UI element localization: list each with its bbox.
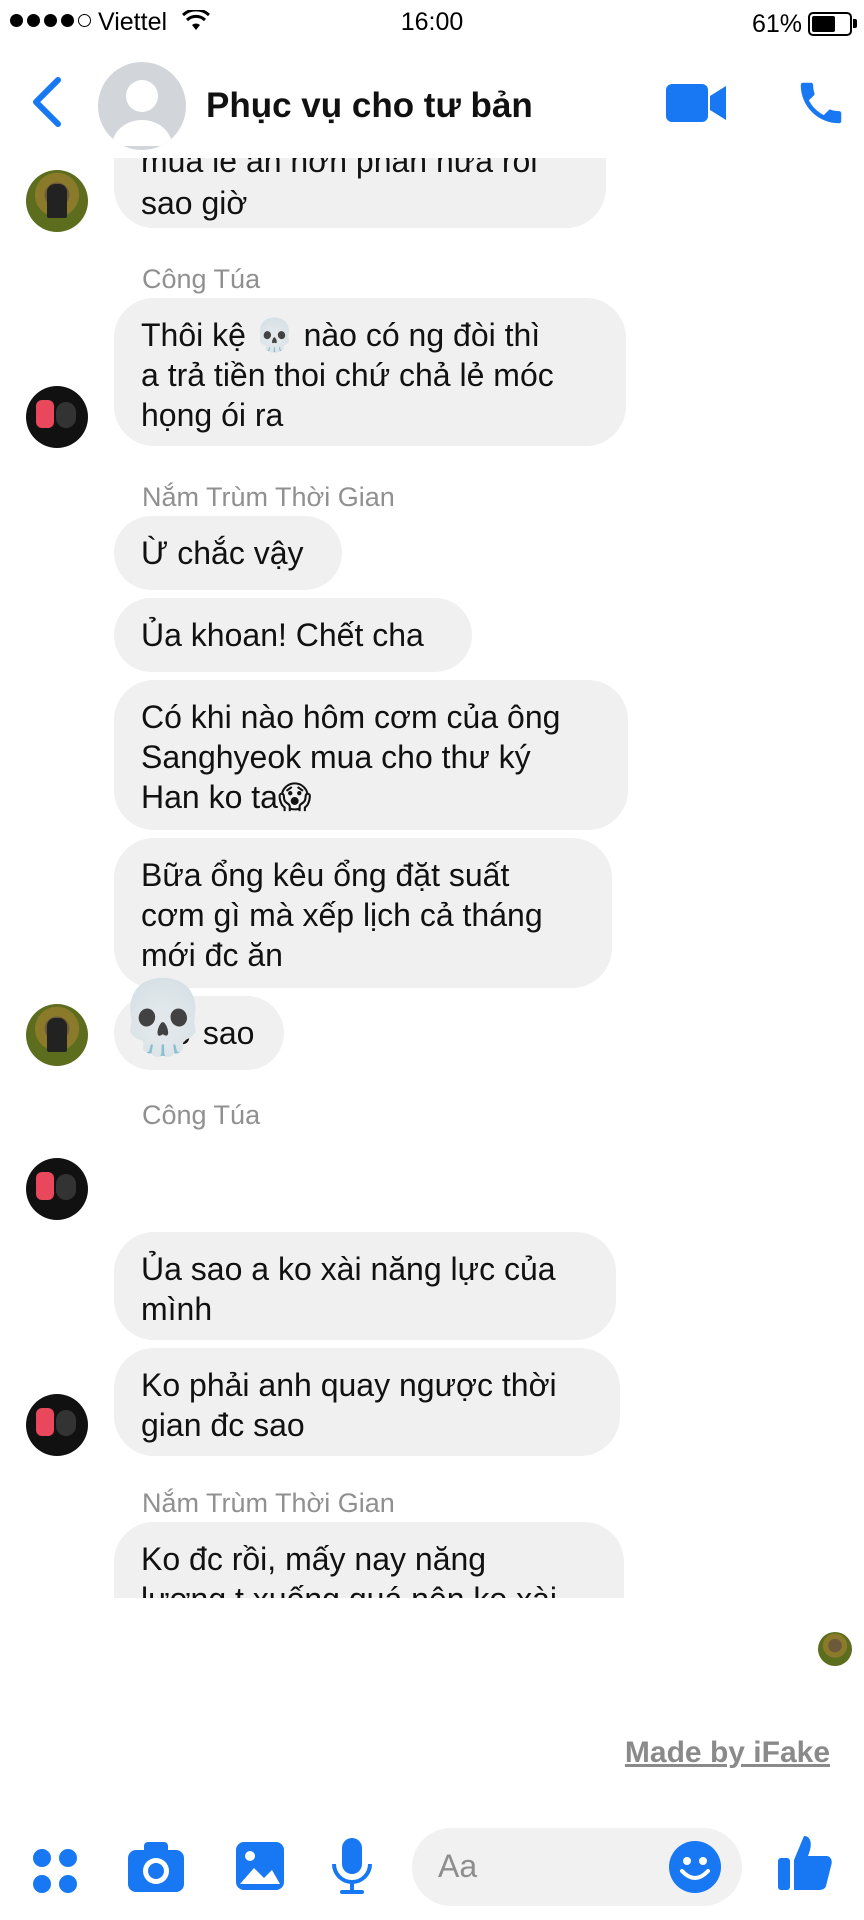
message-bubble[interactable]: Bữa ổng kêu ổng đặt suất cơm gì mà xếp l… <box>114 838 612 988</box>
watermark: Made by iFake <box>624 1736 830 1769</box>
sender-name: Công Túa <box>142 1100 261 1130</box>
avatar[interactable] <box>26 1158 88 1220</box>
contact-avatar[interactable] <box>98 62 186 150</box>
skull-emoji-message[interactable]: 💀 <box>118 978 208 1058</box>
message-bubble[interactable]: Ko phải anh quay ngược thời gian đc sao <box>114 1348 620 1456</box>
message-bubble[interactable]: mua lẻ ăn hơn phần nửa rồi sao giờ <box>114 158 606 228</box>
emoji-icon[interactable] <box>668 1840 722 1899</box>
message-bubble[interactable]: Ừ chắc vậy <box>114 516 342 590</box>
sender-name: Nắm Trùm Thời Gian <box>142 1488 395 1518</box>
avatar[interactable] <box>26 386 88 448</box>
avatar[interactable] <box>26 170 88 232</box>
message-list[interactable]: mua lẻ ăn hơn phần nửa rồi sao giờ Công … <box>0 158 864 1598</box>
video-call-button[interactable] <box>666 82 728 129</box>
battery-tip <box>853 19 857 28</box>
camera-icon[interactable] <box>126 1840 186 1899</box>
message-input-placeholder: Aa <box>438 1848 478 1884</box>
apps-icon[interactable] <box>30 1846 80 1901</box>
status-bar: Viettel 16:00 61% <box>0 0 864 46</box>
battery-percent: 61% <box>752 10 803 38</box>
battery-icon <box>808 12 852 36</box>
conversation-header: Phục vụ cho tư bản <box>0 46 864 158</box>
message-input[interactable]: Aa <box>412 1828 742 1906</box>
clock: 16:00 <box>400 8 464 36</box>
seen-receipt-avatar <box>818 1632 852 1666</box>
message-bubble[interactable]: Thôi kệ 💀 nào có ng đòi thì a trả tiền t… <box>114 298 626 446</box>
phone-call-button[interactable] <box>794 76 848 135</box>
message-bubble[interactable]: Ủa khoan! Chết cha <box>114 598 472 672</box>
message-bubble[interactable]: Ko đc rồi, mấy nay năng lượng t xuống qu… <box>114 1522 624 1598</box>
conversation-title[interactable]: Phục vụ cho tư bản <box>206 86 533 126</box>
message-bubble[interactable]: Có khi nào hôm cơm của ông Sanghyeok mua… <box>114 680 628 830</box>
microphone-icon[interactable] <box>330 1836 374 1901</box>
sender-name: Công Túa <box>142 264 261 294</box>
gallery-icon[interactable] <box>234 1840 286 1897</box>
avatar[interactable] <box>26 1394 88 1456</box>
composer-bar: Aa <box>0 1820 864 1920</box>
like-thumb-icon[interactable] <box>776 1832 834 1899</box>
message-bubble[interactable]: Ủa sao a ko xài năng lực của mình <box>114 1232 616 1340</box>
back-button[interactable] <box>26 76 66 133</box>
avatar[interactable] <box>26 1004 88 1066</box>
sender-name: Nắm Trùm Thời Gian <box>142 482 395 512</box>
